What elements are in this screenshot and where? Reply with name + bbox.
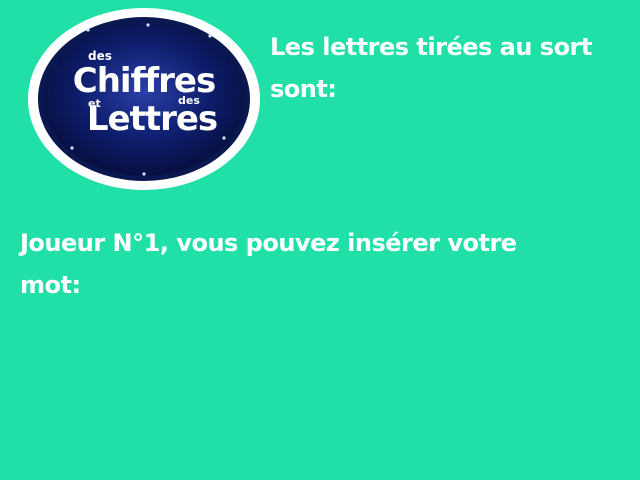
logo-word-lettres: Lettres [87, 99, 217, 139]
sparkle-icon [222, 136, 226, 140]
game-logo: des Chiffres et des Lettres [28, 8, 260, 190]
drawn-letters-prompt: Les lettres tirées au sort sont: [270, 33, 592, 103]
sparkle-icon [70, 146, 74, 150]
player-word-prompt: Joueur N°1, vous pouvez insérer votre mo… [20, 229, 517, 299]
sparkle-icon [208, 34, 212, 38]
sparkle-icon [142, 172, 146, 176]
sparkle-icon [146, 23, 150, 27]
sparkle-icon [86, 28, 90, 32]
